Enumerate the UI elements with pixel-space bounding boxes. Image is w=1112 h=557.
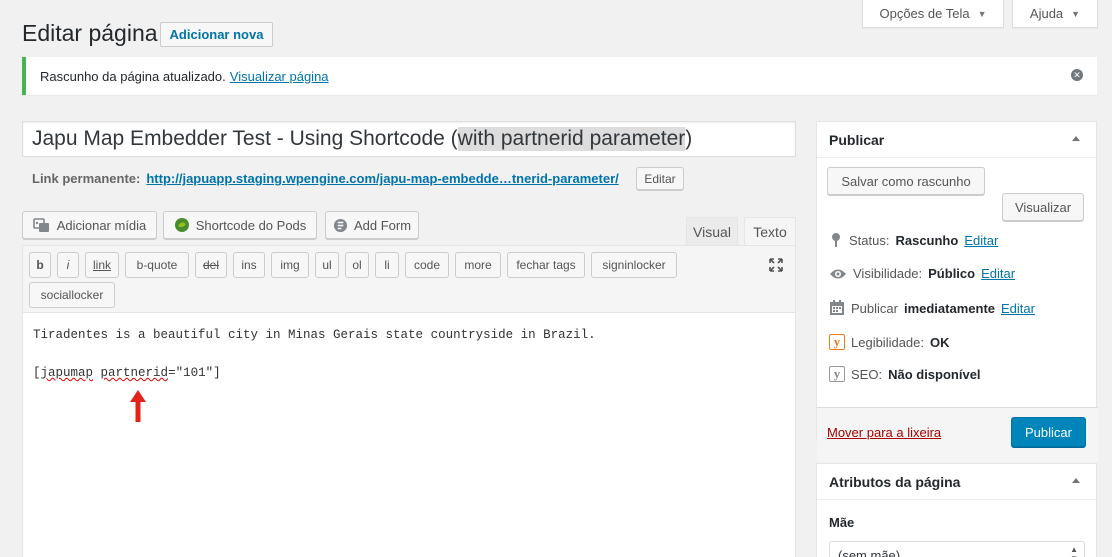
form-icon	[333, 218, 348, 232]
publish-box-header[interactable]: Publicar	[817, 122, 1096, 158]
update-notice: Rascunho da página atualizado. Visualiza…	[22, 57, 1097, 95]
media-icon	[32, 218, 49, 232]
fullscreen-icon[interactable]	[769, 258, 783, 272]
preview-button[interactable]: Visualizar	[1002, 193, 1084, 221]
status-row: Status: Rascunho Editar	[829, 232, 998, 248]
eye-icon	[830, 269, 846, 278]
parent-label: Mãe	[829, 515, 855, 530]
qt-italic-button[interactable]: i	[57, 252, 79, 278]
view-page-link[interactable]: Visualizar página	[230, 69, 329, 84]
caret-down-icon: ▼	[1071, 8, 1081, 19]
editor-content: Tiradentes is a beautiful city in Minas …	[33, 326, 596, 383]
qt-del-button[interactable]: del	[195, 252, 227, 278]
content-line: Tiradentes is a beautiful city in Minas …	[33, 328, 596, 342]
parent-select[interactable]: (sem mãe) ▲▼	[829, 541, 1085, 557]
visibility-row: Visibilidade: Público Editar	[829, 266, 1015, 281]
qt-li-button[interactable]: li	[375, 252, 399, 278]
publishing-actions: Mover para a lixeira Publicar	[817, 407, 1098, 462]
tab-text[interactable]: Texto	[744, 217, 796, 245]
tab-visual[interactable]: Visual	[686, 217, 738, 245]
pods-shortcode-button[interactable]: Shortcode do Pods	[163, 211, 317, 239]
pin-icon	[832, 233, 840, 247]
add-new-button[interactable]: Adicionar nova	[160, 22, 273, 47]
screen-options-button[interactable]: Opções de Tela ▼	[862, 0, 1004, 28]
pods-icon	[174, 218, 189, 232]
page-title: Editar página	[22, 20, 158, 46]
page-attributes-box: Atributos da página Mãe (sem mãe) ▲▼	[816, 463, 1097, 557]
qt-close-tags-button[interactable]: fechar tags	[507, 252, 585, 278]
quicktags-toolbar: b i link b-quote del ins img ul ol li co…	[23, 246, 795, 313]
edit-schedule-link[interactable]: Editar	[1001, 301, 1035, 316]
collapse-up-icon[interactable]	[1072, 478, 1080, 483]
dismiss-icon[interactable]: ✕	[1071, 69, 1083, 81]
qt-bold-button[interactable]: b	[29, 252, 51, 278]
qt-ol-button[interactable]: ol	[345, 252, 369, 278]
content-line: [japumap partnerid="101"]	[33, 366, 221, 380]
help-button[interactable]: Ajuda ▼	[1012, 0, 1098, 28]
schedule-row: Publicar imediatamente Editar	[829, 300, 1035, 316]
post-title-input[interactable]: Japu Map Embedder Test - Using Shortcode…	[22, 121, 796, 157]
save-draft-button[interactable]: Salvar como rascunho	[827, 167, 985, 195]
qt-link-button[interactable]: link	[85, 252, 119, 278]
publish-box: Publicar Salvar como rascunho Visualizar…	[816, 121, 1098, 462]
qt-ul-button[interactable]: ul	[315, 252, 339, 278]
yoast-readability-icon: y	[829, 334, 845, 350]
publish-button[interactable]: Publicar	[1011, 417, 1086, 447]
qt-img-button[interactable]: img	[271, 252, 309, 278]
qt-bquote-button[interactable]: b-quote	[125, 252, 189, 278]
select-arrows-icon: ▲▼	[1070, 545, 1078, 557]
permalink: Link permanente: http://japuapp.staging.…	[32, 171, 619, 186]
edit-visibility-link[interactable]: Editar	[981, 266, 1015, 281]
permalink-edit-button[interactable]: Editar	[636, 167, 684, 190]
readability-row: y Legibilidade: OK	[829, 334, 950, 350]
move-to-trash-link[interactable]: Mover para a lixeira	[827, 425, 941, 440]
add-form-button[interactable]: Add Form	[325, 211, 419, 239]
seo-row: y SEO: Não disponível	[829, 366, 981, 382]
edit-status-link[interactable]: Editar	[964, 233, 998, 248]
yoast-seo-icon: y	[829, 366, 845, 382]
add-media-button[interactable]: Adicionar mídia	[22, 211, 157, 239]
qt-more-button[interactable]: more	[455, 252, 501, 278]
collapse-up-icon[interactable]	[1072, 136, 1080, 141]
red-arrow-icon	[130, 390, 146, 422]
qt-ins-button[interactable]: ins	[233, 252, 265, 278]
notice-message: Rascunho da página atualizado.	[40, 68, 226, 84]
qt-signinlocker-button[interactable]: signinlocker	[591, 252, 677, 278]
calendar-icon	[830, 300, 844, 315]
caret-down-icon: ▼	[977, 8, 987, 19]
qt-sociallocker-button[interactable]: sociallocker	[29, 282, 115, 308]
permalink-url[interactable]: http://japuapp.staging.wpengine.com/japu…	[146, 171, 618, 186]
page-attributes-header[interactable]: Atributos da página	[817, 464, 1096, 500]
qt-code-button[interactable]: code	[405, 252, 449, 278]
